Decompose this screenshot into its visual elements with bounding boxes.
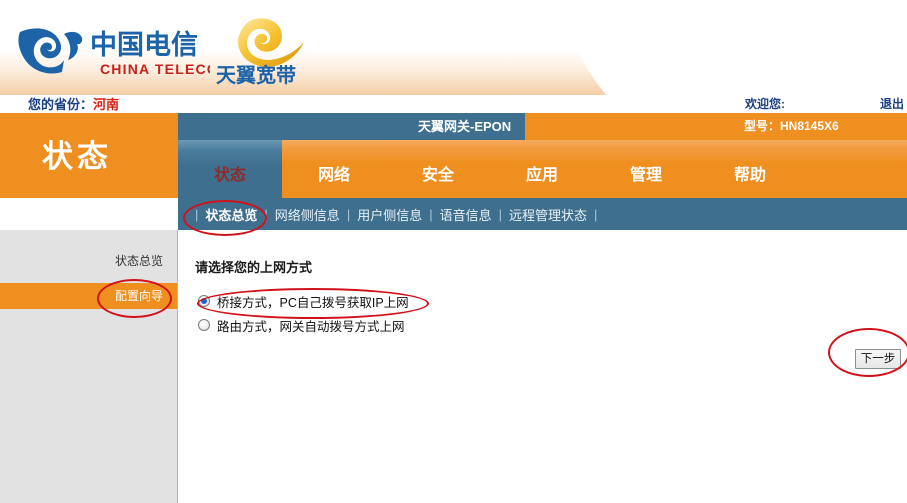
- subnav-separator: |: [429, 206, 433, 222]
- page-title-block: 状态: [0, 113, 178, 198]
- option-label-bridge[interactable]: 桥接方式，PC自己拨号获取IP上网: [217, 292, 409, 311]
- sub-nav-bar: | 状态总览 | 网络侧信息 | 用户侧信息 | 语音信息 | 远程管理状态 |: [178, 198, 907, 230]
- subnav-item-user-side-info[interactable]: 用户侧信息: [357, 205, 422, 224]
- tab-application[interactable]: 应用: [490, 140, 594, 198]
- router-admin-page: 中国电信 CHINA TELECOM 天翼宽带 您的省份：河南: [0, 0, 907, 503]
- province-label: 您的省份：河南: [28, 95, 119, 115]
- device-bar-orange-segment: [525, 113, 907, 140]
- sidebar-item-config-wizard[interactable]: 配置向导: [0, 283, 177, 309]
- logout-link[interactable]: 退出: [880, 94, 904, 114]
- model-number: 型号：HN8145X6: [744, 119, 839, 133]
- body-area: 状态总览 配置向导 请选择您的上网方式 桥接方式，PC自己拨号获取IP上网 路由…: [0, 230, 907, 503]
- welcome-text: 欢迎您:: [745, 97, 785, 111]
- content-panel: 请选择您的上网方式 桥接方式，PC自己拨号获取IP上网 路由方式，网关自动拨号方…: [178, 230, 907, 503]
- tab-network[interactable]: 网络: [282, 140, 386, 198]
- sidebar-item-status-overview[interactable]: 状态总览: [0, 248, 177, 274]
- tab-security[interactable]: 安全: [386, 140, 490, 198]
- tab-help[interactable]: 帮助: [698, 140, 802, 198]
- subnav-separator: |: [498, 206, 503, 222]
- subnav-separator: |: [346, 206, 351, 222]
- subnav-item-status-overview[interactable]: 状态总览: [205, 205, 257, 224]
- top-banner: 中国电信 CHINA TELECOM 天翼宽带: [0, 0, 907, 95]
- option-row-bridge[interactable]: 桥接方式，PC自己拨号获取IP上网: [198, 290, 409, 312]
- option-label-router[interactable]: 路由方式，网关自动拨号方式上网: [217, 316, 405, 335]
- province-label-text: 您的省份：: [28, 97, 94, 112]
- content-heading: 请选择您的上网方式: [195, 260, 313, 275]
- decorative-white-arc: [557, 0, 907, 95]
- radio-router-mode[interactable]: [198, 319, 210, 331]
- subnav-item-network-info[interactable]: 网络侧信息: [275, 205, 340, 224]
- subnav-item-remote-management[interactable]: 远程管理状态: [509, 205, 587, 224]
- next-step-button[interactable]: 下一步: [855, 349, 901, 369]
- svg-text:天翼宽带: 天翼宽带: [216, 63, 296, 86]
- svg-text:中国电信: 中国电信: [90, 30, 198, 61]
- tianyi-broadband-logo: 天翼宽带: [212, 14, 324, 87]
- tab-management[interactable]: 管理: [594, 140, 698, 198]
- radio-bridge-mode[interactable]: [198, 295, 210, 307]
- page-title: 状态: [42, 139, 112, 174]
- svg-text:CHINA TELECOM: CHINA TELECOM: [100, 61, 210, 77]
- china-telecom-logo: 中国电信 CHINA TELECOM: [14, 20, 210, 80]
- sidebar: 状态总览 配置向导: [0, 230, 178, 503]
- subnav-separator: |: [195, 206, 199, 222]
- subnav-separator: |: [594, 206, 598, 222]
- main-nav-tabs: 状态 网络 安全 应用 管理 帮助: [178, 140, 907, 198]
- subnav-separator: |: [264, 206, 268, 222]
- tab-status[interactable]: 状态: [178, 140, 282, 198]
- device-info-bar: 天翼网关-EPON 型号：HN8145X6: [178, 113, 907, 140]
- option-row-router[interactable]: 路由方式，网关自动拨号方式上网: [198, 314, 405, 336]
- subnav-item-voice-info[interactable]: 语音信息: [440, 205, 492, 224]
- province-value: 河南: [93, 97, 120, 112]
- gateway-name: 天翼网关-EPON: [418, 119, 512, 134]
